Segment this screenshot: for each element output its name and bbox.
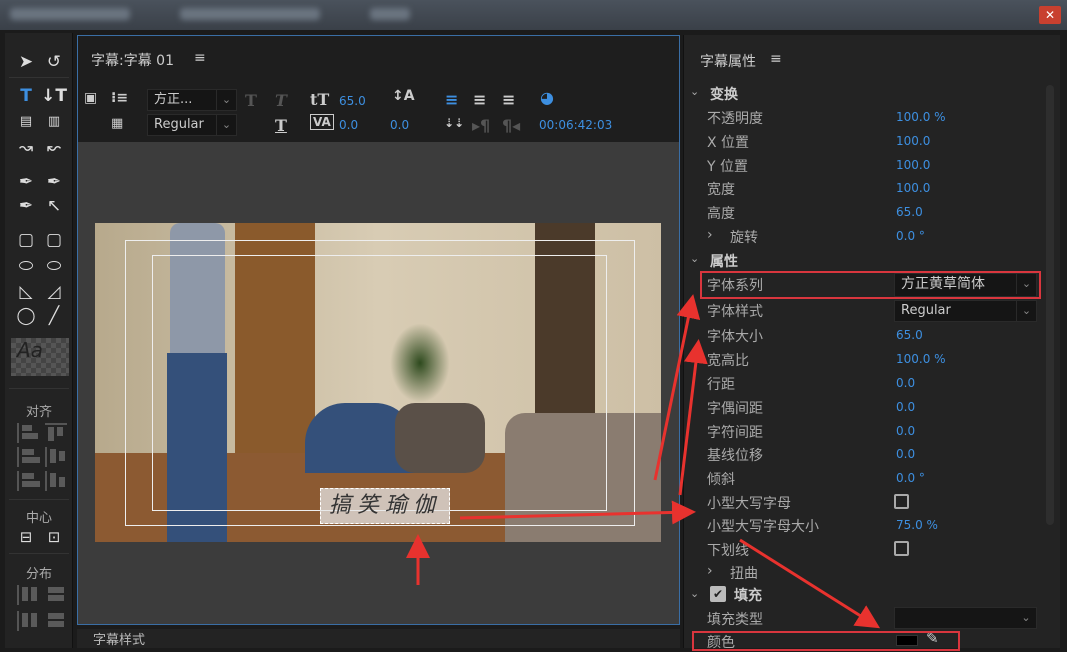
arrow-to-color: [739, 538, 881, 629]
arrow-to-font-size: [678, 339, 708, 496]
arrow-to-small-caps-size: [459, 500, 696, 525]
annotation-arrows: [406, 294, 881, 629]
